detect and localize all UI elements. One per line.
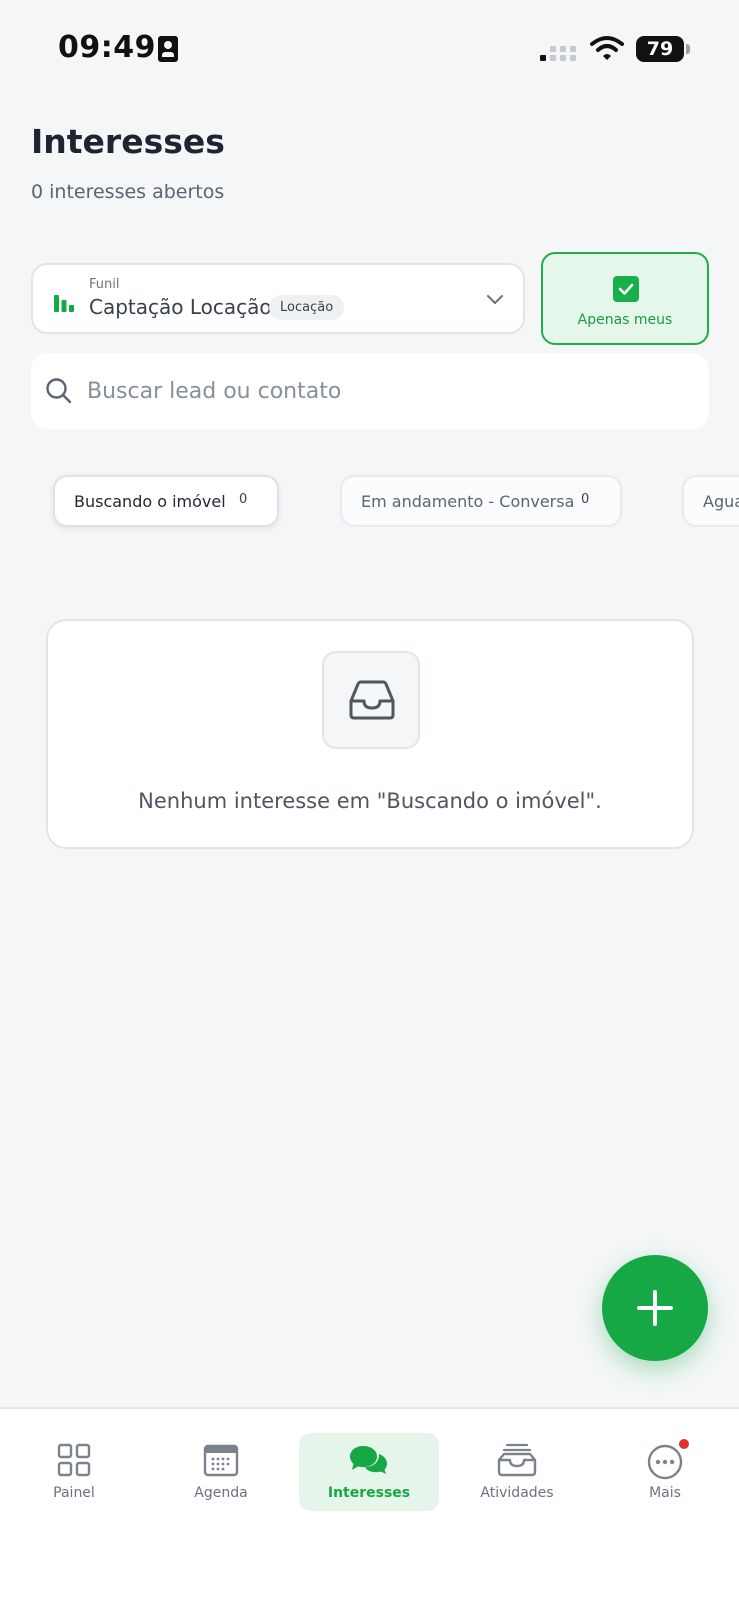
stage-tab-count: 0 [581,492,590,507]
chevron-down-icon [487,295,503,304]
stage-tab-em-andamento-conversa[interactable]: Em andamento - Conversa 0 [340,475,622,527]
grid-icon [57,1443,91,1477]
add-interest-button[interactable] [602,1255,708,1361]
stage-tab-buscando-o-imovel[interactable]: Buscando o imóvel 0 [53,475,279,527]
only-mine-label: Apenas meus [577,312,673,328]
stage-tab-label: Agua [703,492,739,511]
nav-item-agenda[interactable]: Agenda [151,1433,291,1511]
funnel-value: Captação Locação [89,295,272,319]
only-mine-toggle[interactable]: Apenas meus [541,252,709,345]
chat-bubbles-icon [350,1446,387,1474]
battery-icon: 79 [636,36,684,62]
plus-icon [637,1290,673,1326]
funnel-type-badge: Locação [269,295,345,320]
wifi-icon [590,36,624,60]
cellular-signal-icon [540,46,576,61]
calendar-icon [203,1444,239,1477]
open-interests-count: 0 interesses abertos [31,181,225,203]
nav-item-interesses[interactable]: Interesses [299,1433,439,1511]
inbox-tray-icon [497,1443,537,1477]
stage-tab-count: 0 [239,492,248,507]
funnel-select[interactable]: Funil Captação Locação Locação [31,263,525,334]
battery-tip [686,44,690,54]
stage-tab-label: Em andamento - Conversa [361,492,575,511]
funnel-label: Funil [89,277,120,292]
empty-state-message: Nenhum interesse em "Buscando o imóvel". [138,789,602,813]
id-card-icon [158,36,178,62]
stage-tab-label: Buscando o imóvel [74,492,226,511]
search-box [31,353,709,429]
interests-screen: 09:49 79 Interesses 0 interesses abertos… [0,0,739,1600]
inbox-icon [349,680,395,720]
stage-tab-agua[interactable]: Agua [682,475,739,527]
bar-chart-icon [54,295,74,312]
nav-label: Interesses [327,1485,411,1501]
empty-state-card: Nenhum interesse em "Buscando o imóvel". [46,619,694,849]
nav-item-painel[interactable]: Painel [4,1433,144,1511]
search-icon [46,378,72,404]
status-time: 09:49 [58,30,156,65]
notification-dot [679,1439,689,1449]
nav-label: Agenda [194,1485,248,1501]
search-input[interactable] [87,371,687,411]
nav-item-atividades[interactable]: Atividades [447,1433,587,1511]
checkbox-checked-icon [613,276,639,302]
bottom-navigation: Painel Agenda Interesses Atividades Mais [0,1407,739,1600]
more-dots-icon [647,1444,683,1480]
nav-item-mais[interactable]: Mais [595,1433,735,1511]
nav-label: Painel [53,1485,95,1501]
page-title: Interesses [31,122,225,161]
nav-label: Mais [649,1485,681,1501]
empty-state-icon-box [322,651,420,749]
nav-label: Atividades [480,1485,554,1501]
